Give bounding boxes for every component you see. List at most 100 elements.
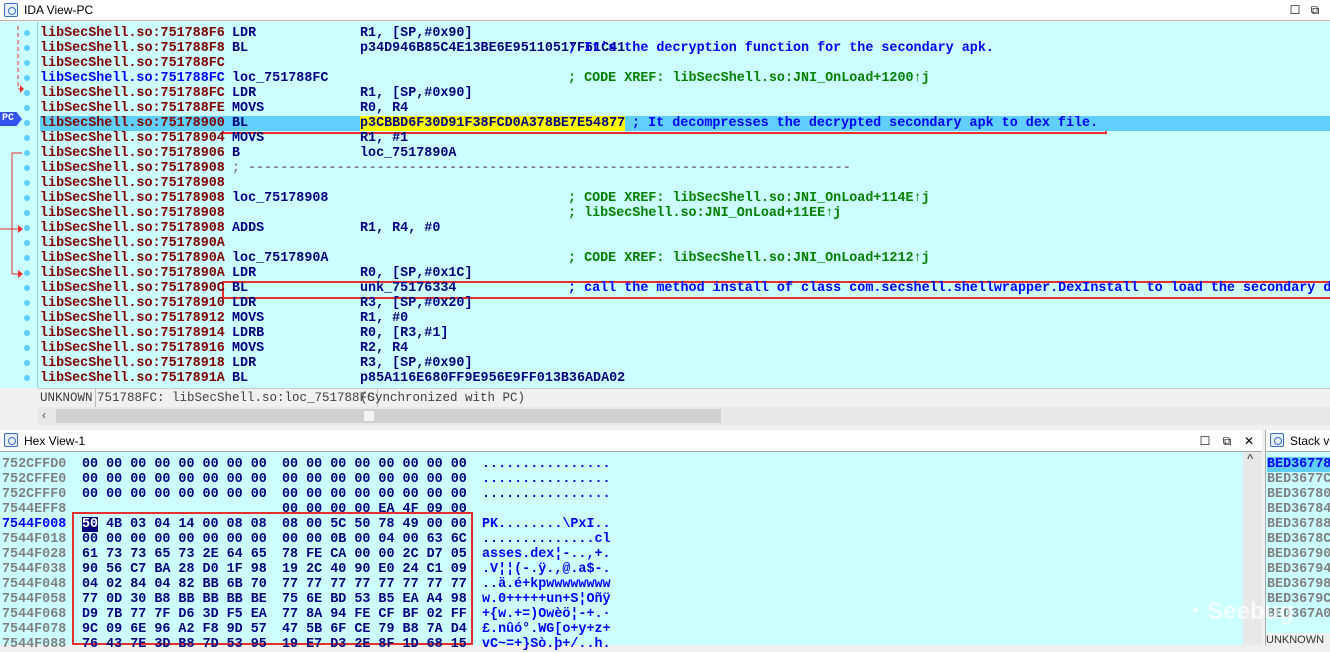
instruction-operands[interactable]: loc_7517890A <box>360 146 456 161</box>
breakpoint-dot[interactable] <box>24 195 30 201</box>
code-line[interactable]: libSecShell.so:75178912 MOVS R1, #0 <box>40 311 1330 326</box>
code-line[interactable]: libSecShell.so:75178908 ADDS R1, R4, #0 <box>40 221 1330 236</box>
instruction-operands[interactable]: p85A116E680FF9E956E9FF013B36ADA02 <box>360 371 625 386</box>
scroll-thumb[interactable] <box>364 411 374 421</box>
breakpoint-dot[interactable] <box>24 210 30 216</box>
code-line[interactable]: libSecShell.so:75178914 LDRB R0, [R3,#1] <box>40 326 1330 341</box>
instruction-operands[interactable]: R2, R4 <box>360 341 408 356</box>
instruction-operands[interactable]: R1, R4, #0 <box>360 221 440 236</box>
breakpoint-dot[interactable] <box>24 360 30 366</box>
code-line[interactable]: libSecShell.so:751788FC <box>40 56 1330 71</box>
stack-address[interactable]: BED3678C <box>1267 532 1330 547</box>
instruction-operands[interactable]: R1, [SP,#0x90] <box>360 86 473 101</box>
instruction-operands[interactable]: R0, R4 <box>360 101 408 116</box>
instruction-operands[interactable]: R1, #1 <box>360 131 408 146</box>
hex-row[interactable]: 7544F058 77 0D 30 B8 BB BB BB BE 75 6E BD … <box>2 592 1242 607</box>
line-address: libSecShell.so:75178916 <box>40 341 225 356</box>
code-line[interactable]: libSecShell.so:7517890A loc_7517890A ; COD… <box>40 251 1330 266</box>
code-line[interactable]: libSecShell.so:75178908 ; ---------------… <box>40 161 1330 176</box>
code-line[interactable]: libSecShell.so:75178900 BL p3CBBD6F30D91F3… <box>40 116 1330 131</box>
breakpoint-dot[interactable] <box>24 285 30 291</box>
breakpoint-dot[interactable] <box>24 120 30 126</box>
breakpoint-dot[interactable] <box>24 30 30 36</box>
scroll-left-icon[interactable]: ‹ <box>42 408 46 422</box>
code-line[interactable]: libSecShell.so:75178908 ; libSecShell.so:… <box>40 206 1330 221</box>
instruction-operands[interactable]: R1, #0 <box>360 311 408 326</box>
disassembly-view[interactable]: PC libSecShell.so:751788F6 LDR R1, [SP,#0x… <box>0 22 1330 388</box>
breakpoint-dot[interactable] <box>24 330 30 336</box>
code-line[interactable]: libSecShell.so:7517890A LDR R0, [SP,#0x1C] <box>40 266 1330 281</box>
stack-address[interactable]: BED36794 <box>1267 562 1330 577</box>
code-line[interactable]: libSecShell.so:7517891A BL p85A116E680FF9E… <box>40 371 1330 386</box>
hex-row[interactable]: 7544F018 00 00 00 00 00 00 00 00 00 00 0B … <box>2 532 1242 547</box>
hex-row[interactable]: 7544F078 9C 09 6E 96 A2 F8 9D 57 47 5B 6F … <box>2 622 1242 637</box>
breakpoint-dot[interactable] <box>24 345 30 351</box>
code-line[interactable]: libSecShell.so:75178904 MOVS R1, #1 <box>40 131 1330 146</box>
stack-address[interactable]: BED36798 <box>1267 577 1330 592</box>
hex-row[interactable]: 7544F028 61 73 73 65 73 2E 64 65 78 FE CA … <box>2 547 1242 562</box>
hex-row[interactable]: 752CFFD0 00 00 00 00 00 00 00 00 00 00 00 … <box>2 457 1242 472</box>
code-line[interactable]: libSecShell.so:751788FE MOVS R0, R4 <box>40 101 1330 116</box>
breakpoint-dot[interactable] <box>24 45 30 51</box>
scroll-track[interactable] <box>56 409 721 423</box>
scroll-up-icon[interactable]: ^ <box>1247 452 1253 467</box>
hex-row[interactable]: 7544F068 D9 7B 77 7F D6 3D F5 EA 77 8A 94 … <box>2 607 1242 622</box>
breakpoint-dot[interactable] <box>24 150 30 156</box>
breakpoint-dot[interactable] <box>24 75 30 81</box>
hex-cursor-byte[interactable]: 50 <box>82 517 99 532</box>
breakpoint-dot[interactable] <box>24 90 30 96</box>
restore-icon[interactable]: ⧉ <box>1218 430 1236 450</box>
maximize-icon[interactable]: ☐ <box>1286 0 1304 20</box>
breakpoint-dot[interactable] <box>24 165 30 171</box>
hex-row[interactable]: 752CFFF0 00 00 00 00 00 00 00 00 00 00 00 … <box>2 487 1242 502</box>
breakpoint-dot[interactable] <box>24 315 30 321</box>
stack-address[interactable]: BED36778 <box>1267 457 1330 472</box>
instruction-mnemonic: MOVS <box>232 311 265 326</box>
hex-row[interactable]: 7544EFF8 00 00 00 00 EA 4F 09 00 <box>2 502 1242 517</box>
code-line[interactable]: libSecShell.so:751788FC loc_751788FC ; COD… <box>40 71 1330 86</box>
stack-address[interactable]: BED36788 <box>1267 517 1330 532</box>
code-line[interactable]: libSecShell.so:75178910 LDR R3, [SP,#0x20] <box>40 296 1330 311</box>
breakpoint-dot[interactable] <box>24 270 30 276</box>
stack-address[interactable]: BED3677C <box>1267 472 1330 487</box>
code-line[interactable]: libSecShell.so:751788F6 LDR R1, [SP,#0x90] <box>40 26 1330 41</box>
stack-address[interactable]: BED36784 <box>1267 502 1330 517</box>
code-line[interactable]: libSecShell.so:7517890A <box>40 236 1330 251</box>
maximize-icon[interactable]: ☐ <box>1196 430 1214 450</box>
instruction-operands[interactable]: R3, [SP,#0x90] <box>360 356 473 371</box>
instruction-operands[interactable]: unk_75176334 <box>360 281 456 296</box>
breakpoint-dot[interactable] <box>24 180 30 186</box>
horizontal-scrollbar[interactable]: ‹ <box>38 407 1330 425</box>
hex-row[interactable]: 752CFFE0 00 00 00 00 00 00 00 00 00 00 00 … <box>2 472 1242 487</box>
instruction-operands[interactable]: R0, [SP,#0x1C] <box>360 266 473 281</box>
breakpoint-dot[interactable] <box>24 135 30 141</box>
stack-address[interactable]: BED36780 <box>1267 487 1330 502</box>
restore-icon[interactable]: ⧉ <box>1306 0 1324 20</box>
instruction-operands[interactable]: p3CBBD6F30D91F38FCD0A378BE7E54877 <box>360 116 626 131</box>
hex-view[interactable]: Hex View-1 ☐ ⧉ ✕ ^ 752CFFD0 00 00 00 00 0… <box>0 430 1262 652</box>
breakpoint-dot[interactable] <box>24 60 30 66</box>
code-line[interactable]: libSecShell.so:75178906 Bloc_7517890A <box>40 146 1330 161</box>
hex-row[interactable]: 7544F048 04 02 84 04 82 BB 6B 70 77 77 77 … <box>2 577 1242 592</box>
code-line[interactable]: libSecShell.so:751788F8 BL p34D946B85C4E13… <box>40 41 1330 56</box>
code-line[interactable]: libSecShell.so:75178916 MOVS R2, R4 <box>40 341 1330 356</box>
code-line[interactable]: libSecShell.so:7517890C BL unk_75176334 ; c… <box>40 281 1330 296</box>
breakpoint-dot[interactable] <box>24 300 30 306</box>
breakpoint-dot[interactable] <box>24 105 30 111</box>
code-line[interactable]: libSecShell.so:75178908 <box>40 176 1330 191</box>
code-line[interactable]: libSecShell.so:75178918 LDR R3, [SP,#0x90] <box>40 356 1330 371</box>
close-icon[interactable]: ✕ <box>1240 430 1258 450</box>
instruction-operands[interactable]: R0, [R3,#1] <box>360 326 448 341</box>
stack-address[interactable]: BED36790 <box>1267 547 1330 562</box>
instruction-operands[interactable]: R3, [SP,#0x20] <box>360 296 473 311</box>
breakpoint-dot[interactable] <box>24 225 30 231</box>
breakpoint-dot[interactable] <box>24 255 30 261</box>
hex-bytes-high: 77 77 77 77 77 77 77 77 <box>282 577 467 592</box>
hex-row[interactable]: 7544F008 50 4B 03 04 14 00 08 08 08 00 5C 5… <box>2 517 1242 532</box>
breakpoint-dot[interactable] <box>24 240 30 246</box>
hex-row[interactable]: 7544F038 90 56 C7 BA 28 D0 1F 98 19 2C 40 … <box>2 562 1242 577</box>
code-line[interactable]: libSecShell.so:75178908 loc_75178908 ; COD… <box>40 191 1330 206</box>
instruction-operands[interactable]: R1, [SP,#0x90] <box>360 26 473 41</box>
breakpoint-dot[interactable] <box>24 375 30 381</box>
code-line[interactable]: libSecShell.so:751788FC LDR R1, [SP,#0x90] <box>40 86 1330 101</box>
